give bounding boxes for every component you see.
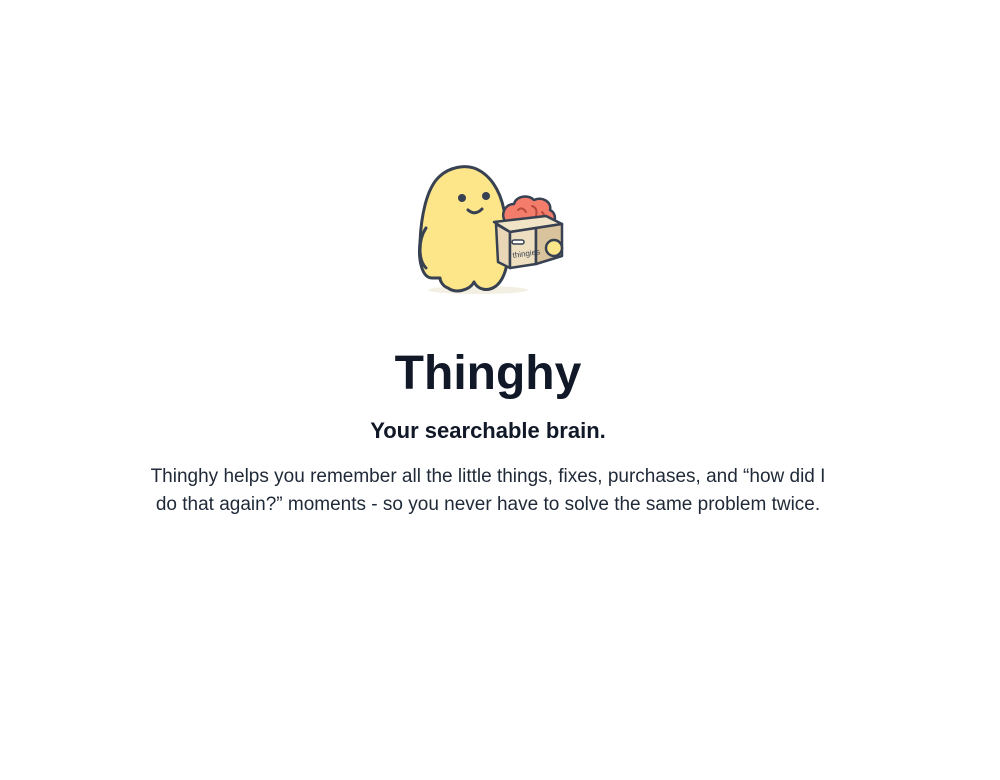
landing-page: thingies Thinghy Your searchable brain. … xyxy=(0,0,1000,780)
tagline: Your searchable brain. xyxy=(370,418,606,443)
mascot-icon: thingies xyxy=(418,165,564,294)
page-title: Thinghy xyxy=(394,347,582,400)
mascot-illustration: thingies xyxy=(412,160,572,300)
description: Thinghy helps you remember all the littl… xyxy=(150,466,826,515)
